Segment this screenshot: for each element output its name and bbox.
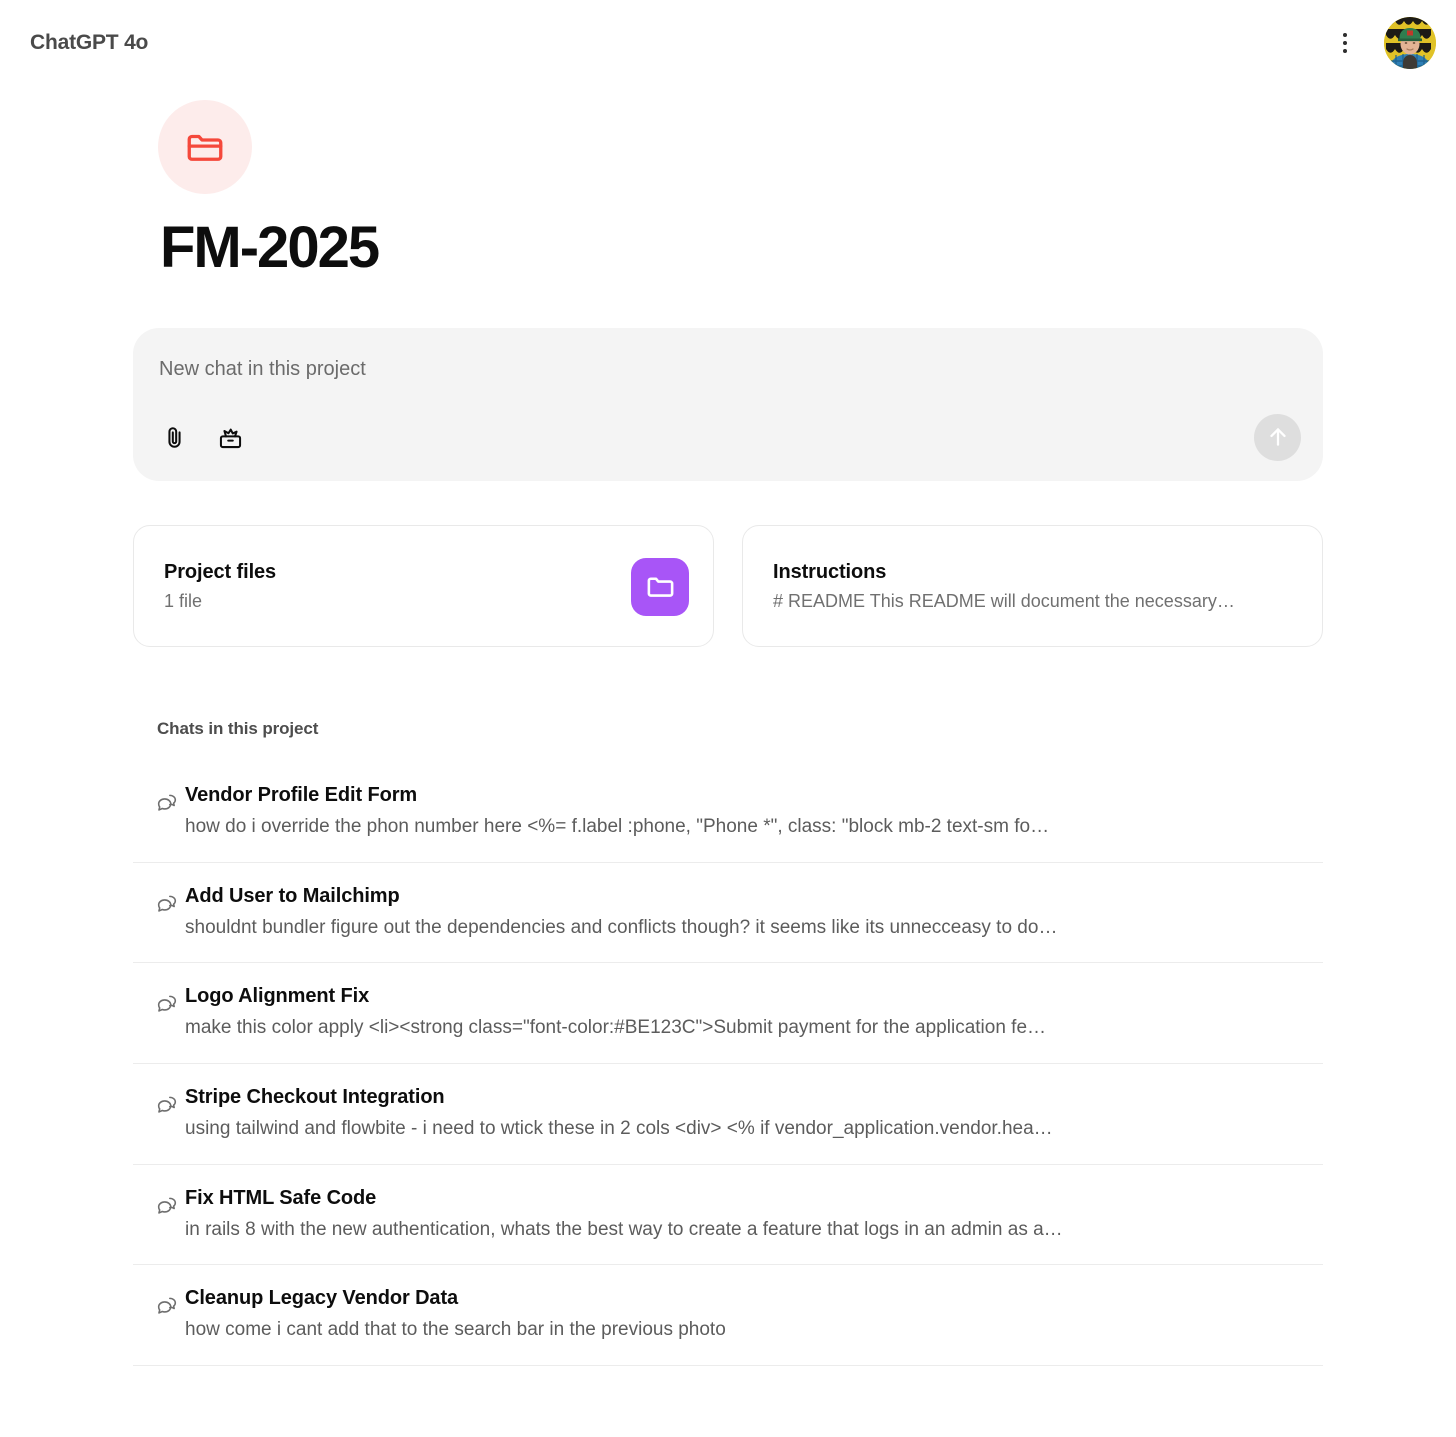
chat-composer[interactable]: New chat in this project — [133, 327, 1323, 481]
list-item[interactable]: Fix HTML Safe Code in rails 8 with the n… — [133, 1165, 1323, 1266]
chat-item-body: Add User to Mailchimp shouldnt bundler f… — [185, 885, 1315, 941]
chat-bubbles-icon — [133, 784, 185, 816]
chats-section-heading: Chats in this project — [157, 718, 319, 738]
project-cards: Project files 1 file Instructions # READ… — [133, 524, 1323, 647]
chat-item-body: Fix HTML Safe Code in rails 8 with the n… — [185, 1187, 1315, 1243]
composer-placeholder[interactable]: New chat in this project — [159, 356, 1297, 382]
instructions-card[interactable]: Instructions # README This README will d… — [742, 524, 1323, 647]
chat-bubbles-icon — [133, 885, 185, 917]
chat-item-snippet: how come i cant add that to the search b… — [185, 1319, 726, 1341]
chat-item-title: Logo Alignment Fix — [185, 985, 370, 1008]
top-bar-actions — [1328, 17, 1436, 69]
folder-icon — [631, 557, 689, 616]
chat-item-title: Stripe Checkout Integration — [185, 1085, 445, 1108]
project-files-count: 1 file — [164, 591, 203, 612]
instructions-text: Instructions # README This README will d… — [773, 561, 1298, 612]
page-title: FM-2025 — [160, 215, 380, 280]
toolbox-icon[interactable] — [215, 423, 245, 453]
composer-toolbar — [159, 423, 1297, 453]
chat-item-title: Vendor Profile Edit Form — [185, 783, 418, 806]
list-item[interactable]: Cleanup Legacy Vendor Data how come i ca… — [133, 1265, 1323, 1367]
chat-item-title: Fix HTML Safe Code — [185, 1186, 377, 1209]
chat-item-title: Cleanup Legacy Vendor Data — [185, 1287, 459, 1310]
instructions-preview: # README This README will document the n… — [773, 591, 1235, 612]
chat-bubbles-icon — [133, 1086, 185, 1118]
project-content: FM-2025 New chat in this project Project… — [133, 100, 1323, 1367]
project-files-card[interactable]: Project files 1 file — [133, 524, 714, 647]
project-files-text: Project files 1 file — [164, 561, 617, 612]
chat-item-snippet: in rails 8 with the new authentication, … — [185, 1218, 1063, 1240]
chat-bubbles-icon — [133, 1287, 185, 1319]
top-bar: ChatGPT 4o — [0, 0, 1456, 86]
instructions-title: Instructions — [773, 561, 887, 584]
chat-item-snippet: make this color apply <li><strong class=… — [185, 1017, 1047, 1039]
model-title[interactable]: ChatGPT 4o — [30, 31, 148, 55]
chat-bubbles-icon — [133, 985, 185, 1017]
list-item[interactable]: Stripe Checkout Integration using tailwi… — [133, 1064, 1323, 1165]
chat-item-snippet: using tailwind and flowbite - i need to … — [185, 1117, 1053, 1139]
chat-item-body: Stripe Checkout Integration using tailwi… — [185, 1086, 1315, 1142]
chat-item-body: Logo Alignment Fix make this color apply… — [185, 985, 1315, 1041]
chat-item-title: Add User to Mailchimp — [185, 884, 400, 907]
paperclip-icon[interactable] — [159, 423, 189, 453]
project-files-title: Project files — [164, 561, 277, 584]
list-item[interactable]: Add User to Mailchimp shouldnt bundler f… — [133, 863, 1323, 964]
chat-item-body: Cleanup Legacy Vendor Data how come i ca… — [185, 1287, 1315, 1343]
chat-list: Vendor Profile Edit Form how do i overri… — [133, 762, 1323, 1367]
chat-item-snippet: shouldnt bundler figure out the dependen… — [185, 916, 1058, 938]
chat-bubbles-icon — [133, 1187, 185, 1219]
project-page: FM-2025 New chat in this project Project… — [0, 100, 1456, 1367]
chat-item-snippet: how do i override the phon number here <… — [185, 815, 1050, 837]
list-item[interactable]: Logo Alignment Fix make this color apply… — [133, 963, 1323, 1064]
user-avatar[interactable] — [1384, 17, 1436, 69]
kebab-menu-icon[interactable] — [1328, 26, 1362, 60]
chat-item-body: Vendor Profile Edit Form how do i overri… — [185, 784, 1315, 840]
send-button[interactable] — [1254, 413, 1301, 461]
list-item[interactable]: Vendor Profile Edit Form how do i overri… — [133, 762, 1323, 863]
project-folder-icon — [158, 100, 252, 194]
